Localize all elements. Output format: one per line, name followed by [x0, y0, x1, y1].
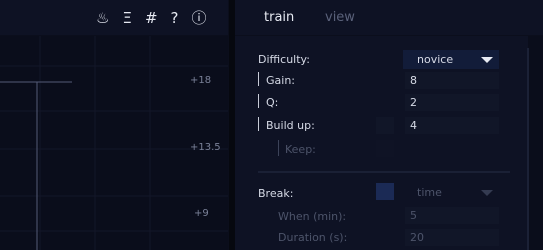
help-icon[interactable]: ?: [171, 9, 179, 27]
break-checkbox[interactable]: [376, 183, 394, 200]
keep-label: Keep:: [285, 143, 316, 156]
gain-label: Gain:: [266, 74, 295, 87]
q-label: Q:: [266, 96, 279, 109]
tab-view[interactable]: view: [325, 10, 355, 25]
section-divider: [258, 171, 510, 173]
difficulty-select[interactable]: novice: [403, 50, 499, 69]
duration-label: Duration (s):: [278, 231, 348, 244]
y-tick-label: +18: [190, 75, 212, 86]
when-label: When (min):: [278, 210, 347, 223]
heat-waves-icon[interactable]: ♨: [96, 9, 109, 27]
y-tick-label: +9: [194, 208, 209, 219]
chart-area[interactable]: +18 +13.5 +9: [0, 36, 228, 250]
break-value: time: [417, 186, 442, 199]
gain-field[interactable]: 8: [405, 72, 499, 89]
q-field[interactable]: 2: [405, 94, 499, 111]
break-select[interactable]: time: [403, 183, 499, 202]
scrollbar-track[interactable]: [528, 36, 543, 250]
chevron-down-icon: [481, 190, 493, 196]
menu-icon[interactable]: Ξ: [122, 9, 131, 27]
build-up-label: Build up:: [266, 119, 315, 132]
difficulty-value: novice: [417, 53, 454, 66]
build-up-field[interactable]: 4: [405, 117, 499, 134]
difficulty-label: Difficulty:: [258, 53, 310, 66]
break-label: Break:: [258, 187, 294, 200]
build-up-checkbox[interactable]: [376, 117, 394, 134]
when-field[interactable]: 5: [405, 207, 499, 224]
indent-bar: [258, 72, 259, 86]
info-icon[interactable]: ⓘ: [191, 7, 206, 28]
scrollbar-thumb[interactable]: [527, 48, 529, 250]
hash-icon[interactable]: #: [145, 9, 158, 27]
keep-checkbox[interactable]: [376, 140, 394, 157]
chevron-down-icon: [481, 57, 493, 63]
indent-bar: [258, 117, 259, 131]
tab-train[interactable]: train: [264, 10, 294, 25]
toolbar: ♨ Ξ # ? ⓘ: [96, 0, 228, 35]
indent-bar: [258, 94, 259, 108]
y-tick-label: +13.5: [190, 142, 221, 153]
indent-bar: [278, 140, 279, 156]
duration-field[interactable]: 20: [405, 229, 499, 246]
